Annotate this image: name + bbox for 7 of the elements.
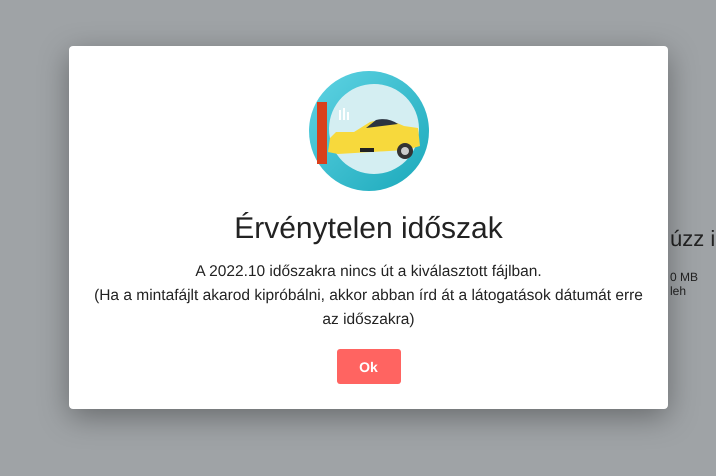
background-heading: úzz i [670, 226, 716, 252]
dialog-message: A 2022.10 időszakra nincs út a kiválasztott fájlban. [194, 262, 543, 282]
background-note: 0 MB leh [670, 270, 700, 298]
ok-button[interactable]: Ok [336, 349, 400, 384]
dialog-message: (Ha a mintafájlt akarod kipróbálni, akkor abban írd át a látogatások dátumát erre az időszakra) [93, 286, 644, 330]
dialog-title: Érvénytelen időszak [234, 212, 503, 246]
car-crash-icon [308, 70, 430, 192]
